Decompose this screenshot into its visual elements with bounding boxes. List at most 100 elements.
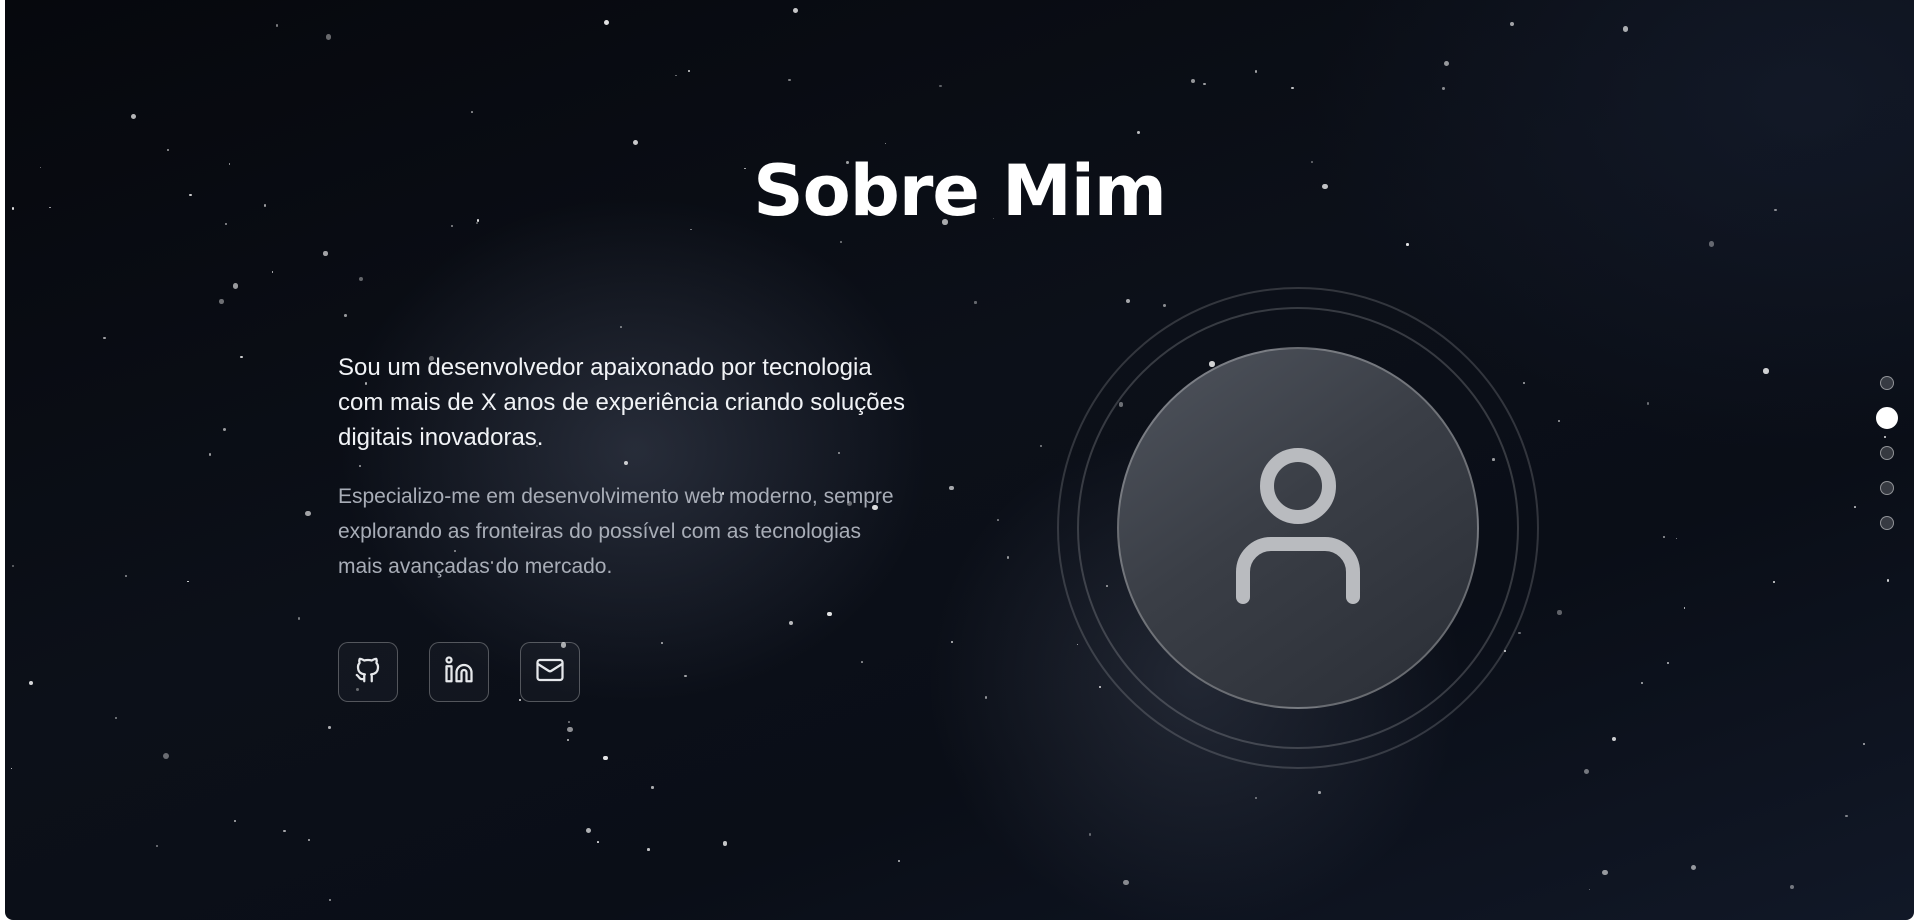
star [12, 565, 15, 568]
linkedin-icon [444, 655, 474, 690]
star [1137, 130, 1141, 134]
star [788, 621, 793, 626]
social-links [338, 642, 580, 702]
mail-icon [535, 655, 565, 690]
star [1203, 83, 1206, 86]
star [603, 755, 608, 761]
star [1557, 610, 1562, 615]
star [1667, 661, 1670, 664]
star [1509, 22, 1514, 27]
star [1602, 869, 1608, 876]
star [1790, 884, 1795, 889]
about-lead-paragraph: Sou um desenvolvedor apaixonado por tecn… [338, 354, 905, 451]
star [1007, 556, 1010, 559]
star [1690, 864, 1697, 870]
star [567, 720, 570, 723]
email-button[interactable] [520, 642, 580, 702]
star [951, 640, 954, 644]
star [232, 283, 239, 289]
star [939, 84, 942, 88]
star [471, 111, 473, 113]
about-section: Sobre Mim Sou um desenvolvedor apaixonad… [5, 0, 1914, 920]
star [1683, 607, 1686, 610]
star [620, 326, 622, 328]
linkedin-button[interactable] [429, 642, 489, 702]
star [827, 611, 832, 617]
star [344, 313, 347, 317]
star [1088, 833, 1092, 836]
star [10, 767, 13, 770]
star [1123, 879, 1129, 886]
star [114, 716, 117, 719]
star [219, 299, 224, 304]
star [974, 301, 977, 304]
star [1291, 86, 1294, 90]
star [949, 485, 954, 491]
star [651, 786, 654, 789]
star [585, 827, 592, 834]
star [283, 829, 286, 833]
star [997, 519, 1000, 522]
section-nav-dot[interactable] [1876, 407, 1898, 429]
star [1557, 419, 1560, 422]
user-icon [1236, 446, 1360, 611]
star [723, 841, 728, 846]
star [688, 70, 691, 73]
star [131, 113, 137, 119]
star [208, 452, 212, 456]
star [647, 848, 650, 851]
star [1854, 506, 1856, 508]
star [1254, 69, 1258, 73]
profile-avatar-area [1057, 287, 1539, 769]
star [1191, 78, 1196, 83]
star [1762, 368, 1769, 374]
star [297, 617, 301, 620]
star [307, 839, 310, 842]
section-nav-dot[interactable] [1880, 516, 1894, 530]
star [1318, 791, 1322, 794]
section-nav-dot[interactable] [1880, 376, 1894, 390]
star [1611, 737, 1616, 742]
star [271, 270, 274, 273]
section-title: Sobre Mim [753, 150, 1167, 232]
about-text: Sou um desenvolvedor apaixonado por tecn… [338, 350, 908, 584]
star [1588, 888, 1591, 891]
star [275, 24, 279, 27]
star [633, 140, 639, 146]
star [359, 277, 364, 282]
star [1254, 797, 1258, 800]
star [29, 680, 34, 686]
star [567, 726, 573, 733]
star [898, 859, 901, 863]
star [675, 74, 677, 77]
star [661, 641, 664, 644]
star [1647, 402, 1650, 405]
star [1663, 535, 1666, 538]
star [861, 661, 863, 663]
star [240, 355, 243, 359]
star [156, 844, 159, 847]
star [1640, 681, 1644, 685]
github-button[interactable] [338, 642, 398, 702]
star [1773, 581, 1776, 584]
star [984, 696, 988, 699]
star [233, 819, 236, 822]
star [603, 19, 609, 25]
star [187, 580, 189, 583]
star [1622, 26, 1629, 32]
star [597, 841, 600, 844]
star [1442, 87, 1446, 91]
star [328, 898, 331, 901]
section-nav-dot[interactable] [1880, 481, 1894, 495]
star [1845, 814, 1849, 818]
star [1708, 241, 1715, 247]
section-nav-dot[interactable] [1880, 446, 1894, 460]
star [1444, 60, 1450, 66]
star [124, 575, 128, 578]
star [788, 78, 792, 82]
star [323, 251, 328, 256]
star [1884, 435, 1887, 438]
github-icon [353, 655, 383, 690]
star [840, 240, 843, 243]
starfield-background [5, 0, 1914, 920]
